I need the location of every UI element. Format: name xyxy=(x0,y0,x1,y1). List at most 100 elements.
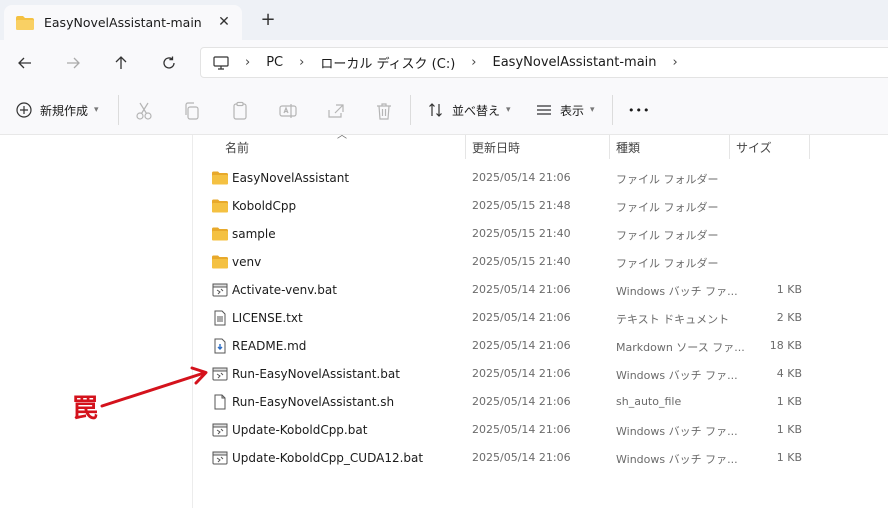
file-modified: 2025/05/15 21:40 xyxy=(472,227,571,240)
sort-button[interactable]: 並べ替え ▾ xyxy=(428,99,511,121)
paste-icon[interactable] xyxy=(230,101,250,121)
divider xyxy=(118,95,119,125)
file-row[interactable]: LICENSE.txt 2025/05/14 21:06 テキスト ドキュメント 2 … xyxy=(200,304,810,332)
more-options-button[interactable]: ••• xyxy=(628,99,650,121)
file-type: テキスト ドキュメント xyxy=(616,313,730,326)
trash-icon[interactable] xyxy=(374,101,394,121)
file-type: Windows バッチ ファ... xyxy=(616,425,738,438)
annotation-arrow-icon xyxy=(100,366,208,408)
file-row[interactable]: sample 2025/05/15 21:40 ファイル フォルダー xyxy=(200,220,810,248)
file-row[interactable]: EasyNovelAssistant 2025/05/14 21:06 ファイル フ… xyxy=(200,164,810,192)
command-bar: 新規作成 ▾ 並べ替え ▾ 表示 ▾ ••• xyxy=(0,85,888,135)
view-list-icon xyxy=(537,105,551,115)
view-button-label: 表示 xyxy=(560,103,585,118)
file-type: Windows バッチ ファ... xyxy=(616,369,738,382)
file-name: README.md xyxy=(232,339,307,353)
file-size: 1 KB xyxy=(776,451,802,464)
file-name: Activate-venv.bat xyxy=(232,283,337,297)
file-name: venv xyxy=(232,255,262,269)
breadcrumb-separator[interactable]: › xyxy=(299,55,304,70)
file-row[interactable]: Run-EasyNovelAssistant.sh 2025/05/14 21:0… xyxy=(200,388,810,416)
file-row[interactable]: venv 2025/05/15 21:40 ファイル フォルダー xyxy=(200,248,810,276)
file-modified: 2025/05/14 21:06 xyxy=(472,367,571,380)
annotation-label: 罠 xyxy=(72,394,99,424)
file-name: LICENSE.txt xyxy=(232,311,303,325)
file-name: Run-EasyNovelAssistant.bat xyxy=(232,367,400,381)
file-row[interactable]: README.md 2025/05/14 21:06 Markdown ソース ファ… xyxy=(200,332,810,360)
column-header-size[interactable]: サイズ xyxy=(736,139,772,161)
column-header-type[interactable]: 種類 xyxy=(616,139,640,161)
column-header-modified[interactable]: 更新日時 xyxy=(472,139,520,161)
tab-easynovelassistant-main[interactable]: EasyNovelAssistant-main ✕ xyxy=(4,5,242,40)
monitor-icon xyxy=(213,55,229,70)
text-file-icon xyxy=(212,310,228,326)
share-icon[interactable] xyxy=(326,101,346,121)
column-header-name[interactable]: 名前 xyxy=(225,139,249,161)
new-button[interactable]: 新規作成 ▾ xyxy=(16,99,99,121)
file-row[interactable]: Update-KoboldCpp_CUDA12.bat 2025/05/14 21… xyxy=(200,444,810,472)
tab-bar: EasyNovelAssistant-main ✕ + xyxy=(0,0,888,40)
file-row[interactable]: Update-KoboldCpp.bat 2025/05/14 21:06 Wind… xyxy=(200,416,810,444)
column-divider[interactable] xyxy=(729,135,730,159)
file-type: Markdown ソース ファ... xyxy=(616,341,745,354)
batch-file-icon xyxy=(212,422,228,438)
chevron-down-icon: ▾ xyxy=(506,105,511,115)
column-divider[interactable] xyxy=(465,135,466,159)
folder-icon xyxy=(212,254,228,270)
file-type: sh_auto_file xyxy=(616,395,682,408)
file-type: Windows バッチ ファ... xyxy=(616,453,738,466)
refresh-icon xyxy=(163,56,175,69)
sort-button-label: 並べ替え xyxy=(452,103,501,118)
file-size: 1 KB xyxy=(776,395,802,408)
batch-file-icon xyxy=(212,282,228,298)
file-name: Run-EasyNovelAssistant.sh xyxy=(232,395,395,409)
file-modified: 2025/05/15 21:48 xyxy=(472,199,571,212)
folder-icon xyxy=(16,15,34,30)
breadcrumb-local-disk[interactable]: ローカル ディスク (C:) xyxy=(320,53,455,72)
column-header-row: 名前 更新日時 種類 サイズ xyxy=(193,135,888,161)
sort-icon xyxy=(429,103,442,117)
plus-circle-icon xyxy=(16,102,32,118)
file-row[interactable]: Activate-venv.bat 2025/05/14 21:06 Windows… xyxy=(200,276,810,304)
file-modified: 2025/05/15 21:40 xyxy=(472,255,571,268)
column-divider[interactable] xyxy=(809,135,810,159)
up-button[interactable] xyxy=(108,50,134,76)
file-size: 2 KB xyxy=(776,311,802,324)
new-button-label: 新規作成 xyxy=(40,103,89,118)
rename-icon[interactable] xyxy=(278,101,298,121)
file-icon xyxy=(212,394,228,410)
folder-icon xyxy=(212,226,228,242)
batch-file-icon xyxy=(212,450,228,466)
file-size: 4 KB xyxy=(776,367,802,380)
file-name: KoboldCpp xyxy=(232,199,297,213)
close-tab-icon[interactable]: ✕ xyxy=(214,12,234,32)
file-name: Update-KoboldCpp.bat xyxy=(232,423,368,437)
copy-icon[interactable] xyxy=(182,101,202,121)
file-row[interactable]: KoboldCpp 2025/05/15 21:48 ファイル フォルダー xyxy=(200,192,810,220)
batch-file-icon xyxy=(212,366,228,382)
arrow-right-icon xyxy=(67,57,80,69)
breadcrumb-separator[interactable]: › xyxy=(245,55,250,70)
file-row[interactable]: Run-EasyNovelAssistant.bat 2025/05/14 21:… xyxy=(200,360,810,388)
file-modified: 2025/05/14 21:06 xyxy=(472,423,571,436)
folder-icon xyxy=(212,170,228,186)
column-divider[interactable] xyxy=(609,135,610,159)
file-modified: 2025/05/14 21:06 xyxy=(472,283,571,296)
view-button[interactable]: 表示 ▾ xyxy=(536,99,595,121)
file-size: 1 KB xyxy=(776,283,802,296)
forward-button[interactable] xyxy=(60,50,86,76)
markdown-file-icon xyxy=(212,338,228,354)
breadcrumb-separator[interactable]: › xyxy=(471,55,476,70)
address-bar[interactable]: › PC › ローカル ディスク (C:) › EasyNovelAssista… xyxy=(200,47,888,78)
arrow-left-icon xyxy=(18,57,31,69)
back-button[interactable] xyxy=(12,50,38,76)
cut-icon[interactable] xyxy=(134,101,154,121)
breadcrumb-pc[interactable]: PC xyxy=(266,55,283,70)
refresh-button[interactable] xyxy=(156,50,182,76)
breadcrumb-current-folder[interactable]: EasyNovelAssistant-main xyxy=(493,55,657,70)
folder-icon xyxy=(212,198,228,214)
new-tab-button[interactable]: + xyxy=(258,10,278,30)
file-modified: 2025/05/14 21:06 xyxy=(472,171,571,184)
divider xyxy=(410,95,411,125)
breadcrumb-separator[interactable]: › xyxy=(673,55,678,70)
